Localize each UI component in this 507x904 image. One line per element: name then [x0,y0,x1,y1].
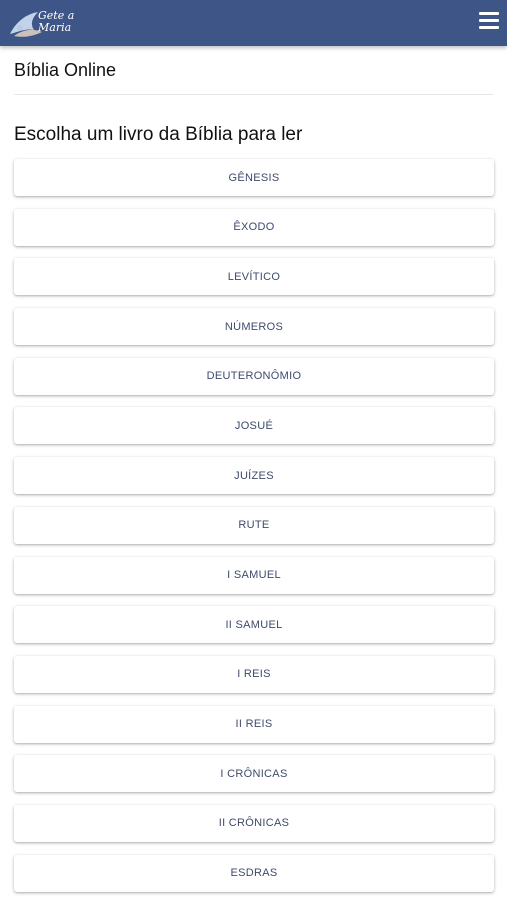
list-item: GÊNESIS [14,159,494,196]
list-item: RUTE [14,506,494,544]
book-button-ii-cronicas[interactable]: II CRÔNICAS [14,804,494,842]
top-app-bar: Gete a Maria [0,0,507,46]
list-item: I SAMUEL [14,556,494,594]
book-button-deuteronomio[interactable]: DEUTERONÔMIO [14,357,494,395]
list-item: ESDRAS [14,854,494,892]
book-button-juizes[interactable]: JUÍZES [14,457,494,495]
book-button-i-reis[interactable]: I REIS [14,655,494,693]
title-divider [14,94,493,95]
book-button-ii-samuel[interactable]: II SAMUEL [14,606,494,644]
list-item: JUÍZES [14,457,494,495]
list-item: II CRÔNICAS [14,804,494,842]
page-title: Bíblia Online [14,60,117,80]
list-item: II SAMUEL [14,606,494,644]
book-button-exodo[interactable]: ÊXODO [14,208,494,246]
book-button-genesis[interactable]: GÊNESIS [14,159,494,196]
hamburger-line [479,19,499,22]
book-list: GÊNESIS ÊXODO LEVÍTICO NÚMEROS DEUTERONÔ… [14,159,494,904]
book-button-ii-reis[interactable]: II REIS [14,705,494,743]
section-heading: Escolha um livro da Bíblia para ler [14,124,303,145]
hamburger-menu-button[interactable] [479,12,501,32]
list-item: ÊXODO [14,208,494,246]
site-logo[interactable]: Gete a Maria [8,4,78,42]
book-button-esdras[interactable]: ESDRAS [14,854,494,892]
hamburger-line [479,26,499,29]
list-item: LEVÍTICO [14,258,494,296]
list-item: I CRÔNICAS [14,755,494,793]
book-button-i-samuel[interactable]: I SAMUEL [14,556,494,594]
list-item: JOSUÉ [14,407,494,445]
list-item: DEUTERONÔMIO [14,357,494,395]
logo-text: Gete a Maria [38,9,75,34]
list-item: I REIS [14,655,494,693]
book-button-levitico[interactable]: LEVÍTICO [14,258,494,296]
list-item: II REIS [14,705,494,743]
book-button-josue[interactable]: JOSUÉ [14,407,494,445]
list-item: NÚMEROS [14,308,494,346]
book-button-rute[interactable]: RUTE [14,506,494,544]
hamburger-menu-icon [479,12,499,15]
book-button-i-cronicas[interactable]: I CRÔNICAS [14,755,494,793]
book-button-numeros[interactable]: NÚMEROS [14,308,494,346]
